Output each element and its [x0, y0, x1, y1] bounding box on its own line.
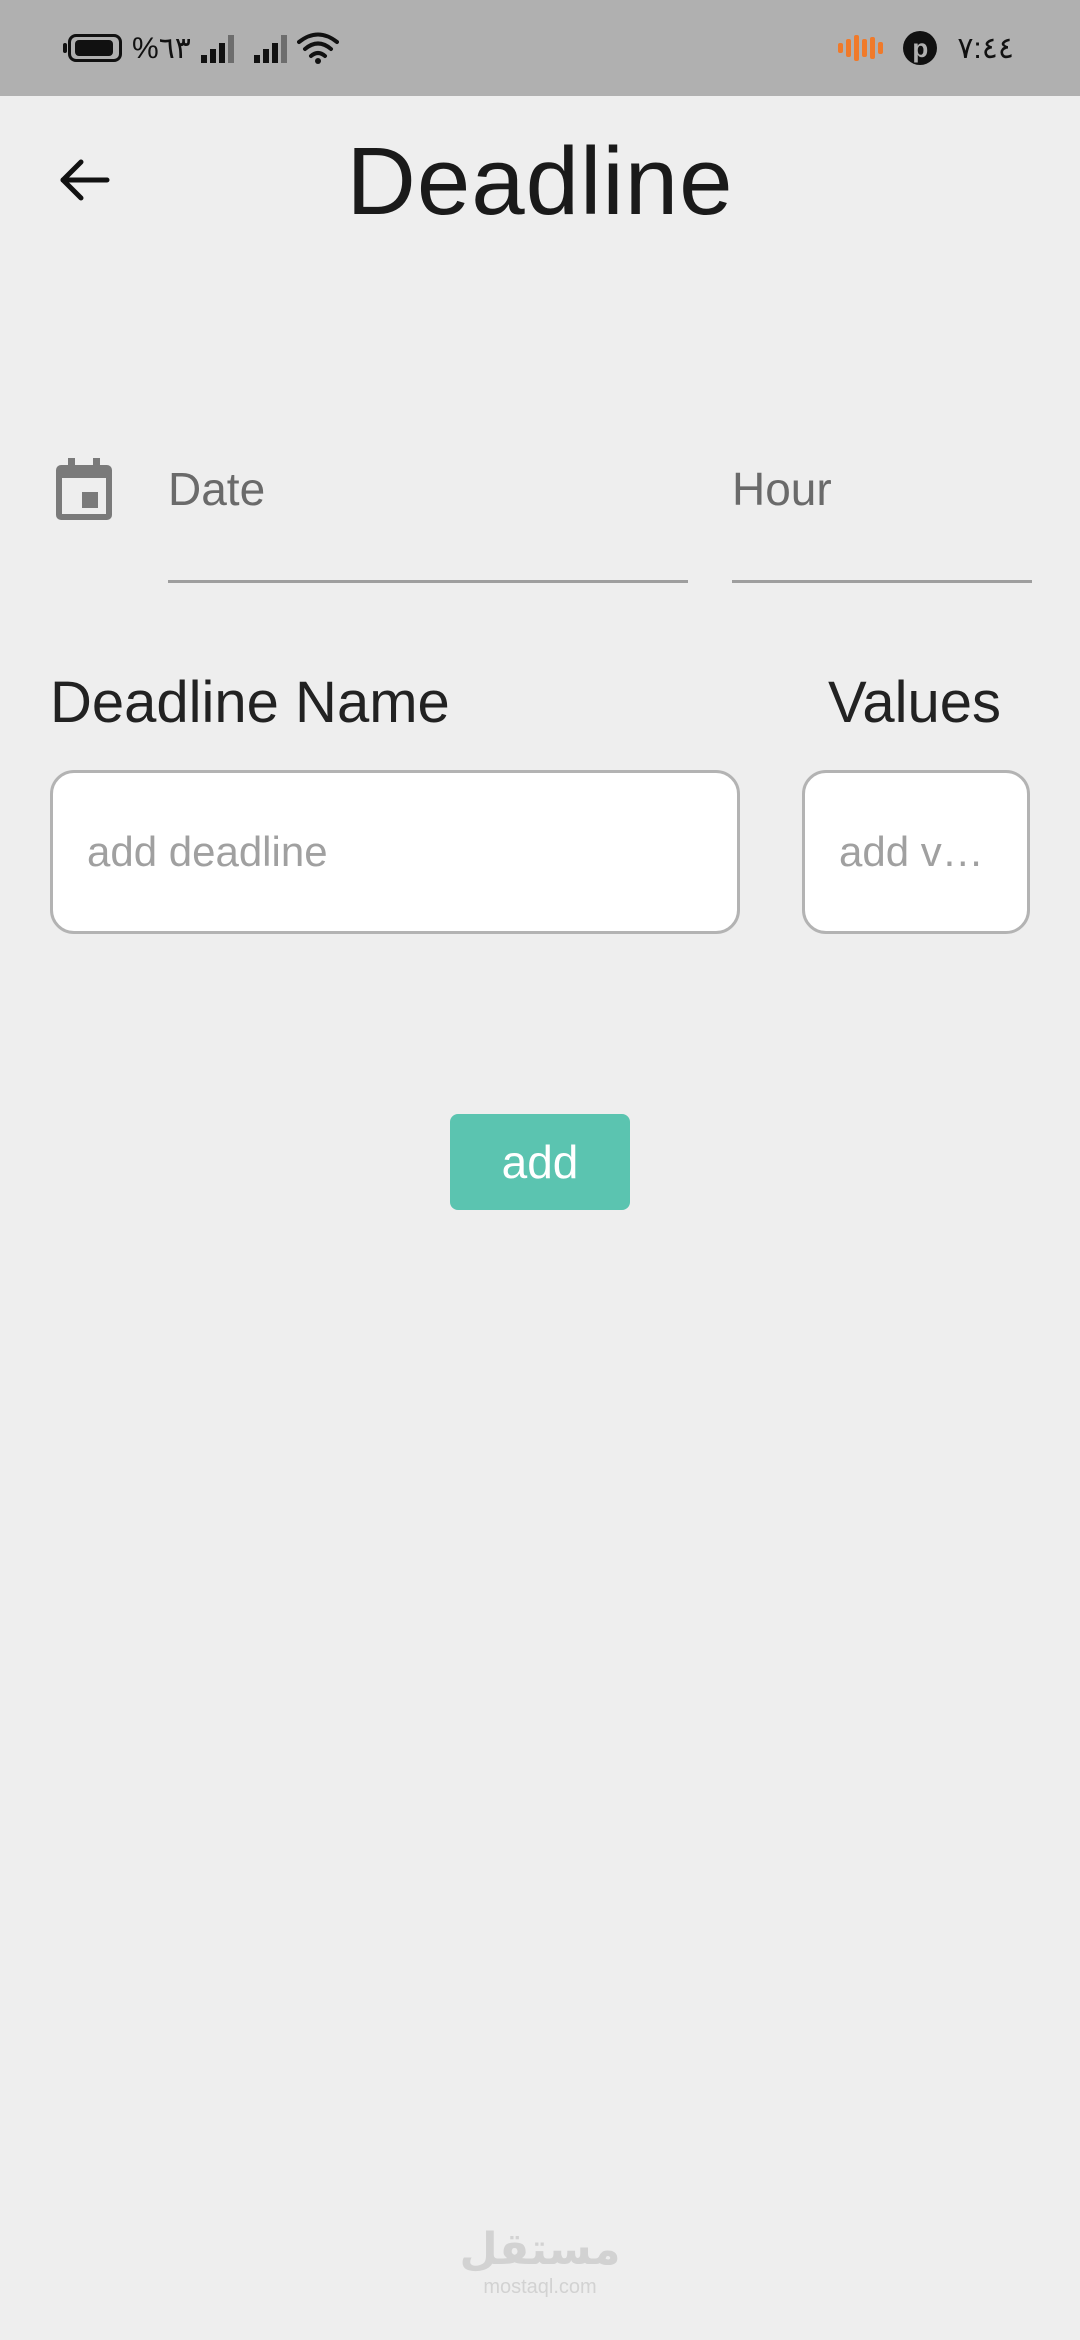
deadline-name-input[interactable] [50, 770, 740, 934]
values-input[interactable] [802, 770, 1030, 934]
battery-icon [63, 34, 122, 62]
audio-wave-icon [838, 35, 884, 61]
status-right-group: p ٧:٤٤ [838, 26, 1014, 70]
values-label: Values [828, 670, 1002, 735]
hour-label: Hour [732, 463, 832, 515]
deadline-name-label: Deadline Name [50, 670, 450, 735]
page-title: Deadline [346, 128, 734, 235]
status-left-group: %٦٣ [63, 28, 339, 68]
watermark: مستقل mostaql.com [0, 2226, 1080, 2300]
signal-icon-secondary [253, 33, 287, 63]
status-time: ٧:٤٤ [957, 31, 1014, 65]
add-button[interactable]: add [450, 1114, 630, 1210]
date-field[interactable]: Date [168, 440, 688, 583]
status-bar: %٦٣ p ٧:٤٤ [0, 0, 1080, 96]
battery-percentage: %٦٣ [132, 31, 191, 65]
calendar-icon[interactable] [56, 458, 112, 520]
hour-field[interactable]: Hour [732, 440, 1032, 583]
date-label: Date [168, 463, 266, 515]
pinterest-icon: p [903, 31, 938, 65]
signal-icon [200, 33, 234, 63]
wifi-icon [296, 32, 339, 64]
watermark-logo-text: مستقل [459, 2225, 621, 2274]
watermark-url: mostaql.com [483, 2276, 597, 2298]
